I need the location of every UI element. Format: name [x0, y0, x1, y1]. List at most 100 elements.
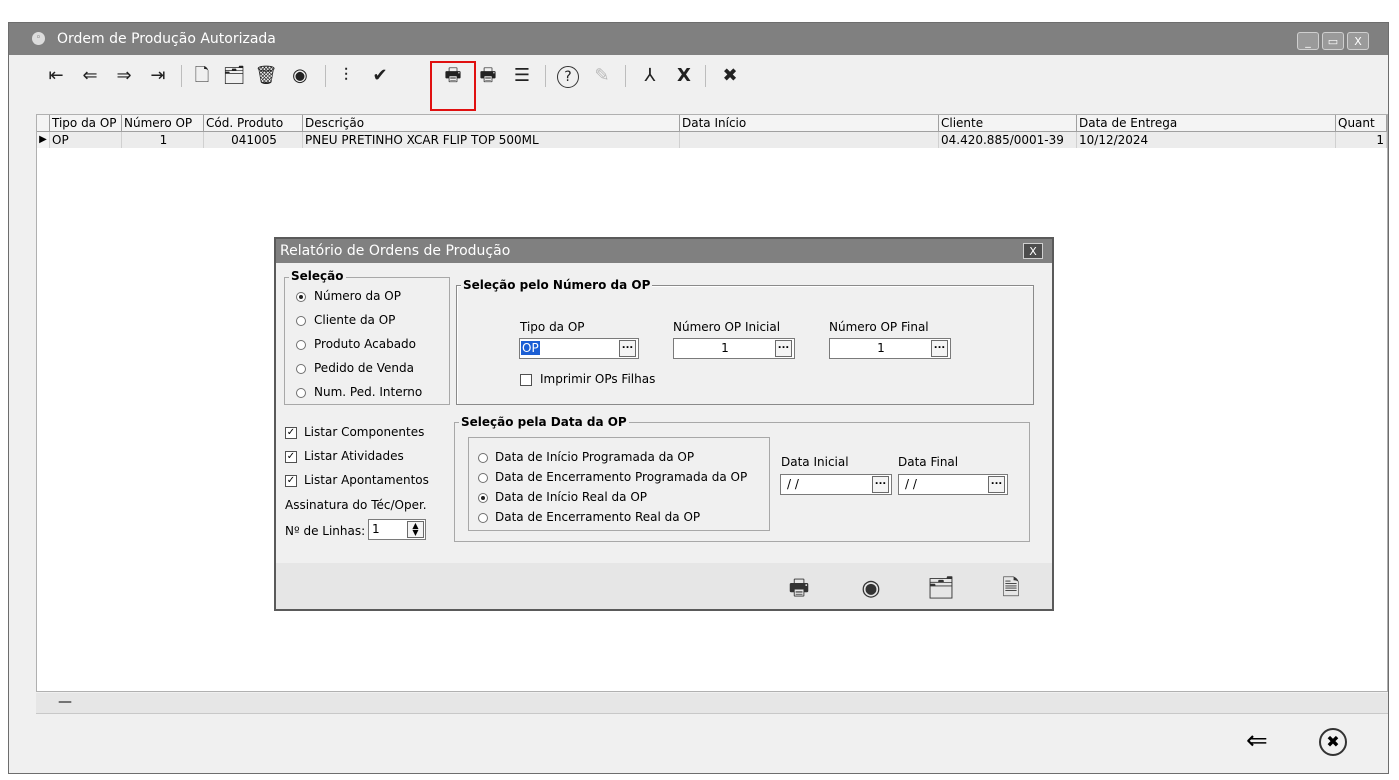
cancel-report-icon[interactable]: 🗎 [996, 575, 1026, 603]
listar-componentes-checkbox[interactable]: ✓ [285, 427, 297, 439]
radio-label: Data de Encerramento Real da OP [495, 510, 701, 524]
maximize-button[interactable]: ▭ [1322, 32, 1344, 50]
radio-label: Número da OP [314, 289, 401, 303]
radio-produto-acabado[interactable] [296, 340, 306, 350]
exit-circle-icon[interactable]: ✖ [1319, 728, 1347, 756]
dialog-title: Relatório de Ordens de Produção [280, 243, 511, 259]
pdf-icon[interactable]: ⅄ [637, 63, 663, 89]
radio-label: Num. Ped. Interno [314, 385, 423, 399]
assinatura-label: Assinatura do Téc/Oper. [285, 498, 427, 512]
table-cell-numero[interactable]: 1 [122, 132, 204, 148]
table-cell-tipo[interactable]: OP [50, 132, 122, 148]
col-header-entrega[interactable]: Data de Entrega [1077, 115, 1336, 132]
next-icon[interactable]: ⇒ [111, 63, 137, 89]
radio-num-ped-interno[interactable] [296, 388, 306, 398]
minimize-button[interactable]: _ [1297, 32, 1319, 50]
listar-atividades-checkbox[interactable]: ✓ [285, 451, 297, 463]
dialog-titlebar: Relatório de Ordens de Produção X [276, 239, 1052, 263]
col-header-cliente[interactable]: Cliente [939, 115, 1077, 132]
new-doc-icon[interactable]: 🗋 [189, 63, 215, 89]
data-final-lookup-button[interactable]: ... [988, 476, 1005, 493]
toolbar-separator [545, 65, 546, 87]
col-header-descricao[interactable]: Descrição [303, 115, 680, 132]
imprimir-filhas-checkbox[interactable] [520, 374, 532, 386]
radio-pedido-venda[interactable] [296, 364, 306, 374]
print2-icon[interactable]: 🖶 [475, 63, 501, 89]
radio-inicio-real[interactable] [478, 493, 488, 503]
last-icon[interactable]: ⇥ [145, 63, 171, 89]
row-indicator-icon: ▶ [37, 132, 50, 148]
col-header-numero[interactable]: Número OP [122, 115, 204, 132]
radio-inicio-programada[interactable] [478, 453, 488, 463]
preview-icon[interactable]: ◉ [856, 575, 886, 603]
col-header-codigo[interactable]: Cód. Produto [204, 115, 303, 132]
first-icon[interactable]: ⇤ [43, 63, 69, 89]
dialog-close-button[interactable]: X [1023, 243, 1043, 259]
help-icon[interactable]: ? [557, 66, 579, 88]
data-final-label: Data Final [898, 455, 959, 469]
radio-label: Data de Início Real da OP [495, 490, 647, 504]
toolbar-separator [705, 65, 706, 87]
linhas-label: Nº de Linhas: [285, 524, 366, 538]
check-icon[interactable]: ✔ [367, 63, 393, 89]
status-text: — [58, 694, 72, 710]
print-report-icon[interactable]: 🖶 [784, 575, 814, 603]
radio-numero-op[interactable] [296, 292, 306, 302]
selecao-title: Seleção [289, 269, 346, 283]
close-window-button[interactable]: X [1347, 32, 1369, 50]
prev-icon[interactable]: ⇐ [77, 63, 103, 89]
table-cell-cliente[interactable]: 04.420.885/0001-39 [939, 132, 1077, 148]
radio-label: Pedido de Venda [314, 361, 414, 375]
window-title: Ordem de Produção Autorizada [57, 31, 276, 47]
data-inicial-lookup-button[interactable]: ... [872, 476, 889, 493]
view-icon[interactable]: ◉ [287, 63, 313, 89]
toolbar-separator [181, 65, 182, 87]
radio-label: Data de Início Programada da OP [495, 450, 695, 464]
highlight-box [430, 61, 476, 111]
excel-icon[interactable]: X [671, 63, 697, 89]
back-arrow-icon[interactable]: ⇐ [1246, 726, 1268, 756]
table-cell-descricao[interactable]: PNEU PRETINHO XCAR FLIP TOP 500ML [303, 132, 680, 148]
checkbox-label: Listar Atividades [304, 449, 404, 463]
linhas-spinner-icon[interactable]: ▲ ▼ [407, 521, 424, 538]
toolbar [9, 55, 1388, 97]
grid-corner [37, 115, 50, 132]
chart-icon[interactable]: ⫶ [333, 63, 359, 89]
close-circle-icon[interactable]: ✖ [717, 63, 743, 89]
data-inicial-label: Data Inicial [781, 455, 849, 469]
tipo-op-value: OP [521, 341, 540, 355]
op-inicial-lookup-button[interactable]: ... [775, 340, 792, 357]
table-cell-codigo[interactable]: 041005 [204, 132, 303, 148]
checkbox-label: Listar Apontamentos [304, 473, 429, 487]
op-inicial-label: Número OP Inicial [673, 320, 781, 334]
listar-apontamentos-checkbox[interactable]: ✓ [285, 475, 297, 487]
tipo-op-lookup-button[interactable]: ... [619, 340, 636, 357]
radio-label: Data de Encerramento Programada da OP [495, 470, 748, 484]
imprimir-filhas-label: Imprimir OPs Filhas [540, 372, 656, 386]
report-dialog: Relatório de Ordens de Produção X Seleçã… [274, 237, 1054, 611]
numero-op-title: Seleção pelo Número da OP [461, 278, 653, 292]
col-header-quant[interactable]: Quant [1336, 115, 1387, 132]
list-icon[interactable]: ☰ [509, 63, 535, 89]
radio-encerramento-programada[interactable] [478, 473, 488, 483]
op-final-lookup-button[interactable]: ... [931, 340, 948, 357]
bottom-bar: ⇐ ✖ [36, 713, 1388, 771]
tipo-op-label: Tipo da OP [520, 320, 585, 334]
radio-label: Produto Acabado [314, 337, 416, 351]
checkbox-label: Listar Componentes [304, 425, 425, 439]
radio-label: Cliente da OP [314, 313, 396, 327]
table-cell-quant[interactable]: 1 [1336, 132, 1387, 148]
col-header-tipo[interactable]: Tipo da OP [50, 115, 122, 132]
radio-cliente-op[interactable] [296, 316, 306, 326]
status-bar: — [36, 693, 1388, 713]
data-op-title: Seleção pela Data da OP [459, 415, 629, 429]
table-cell-entrega[interactable]: 10/12/2024 [1077, 132, 1336, 148]
folder-icon[interactable]: 🗂 [926, 575, 956, 603]
trash-icon[interactable]: 🗑 [253, 63, 279, 89]
table-cell-data-inicio[interactable] [680, 132, 939, 148]
folder-icon[interactable]: 🗂 [221, 63, 247, 89]
app-logo-icon: ◦ [32, 32, 45, 45]
radio-encerramento-real[interactable] [478, 513, 488, 523]
col-header-data-inicio[interactable]: Data Início [680, 115, 939, 132]
window-titlebar: ◦ Ordem de Produção Autorizada _ ▭ X [9, 23, 1388, 55]
